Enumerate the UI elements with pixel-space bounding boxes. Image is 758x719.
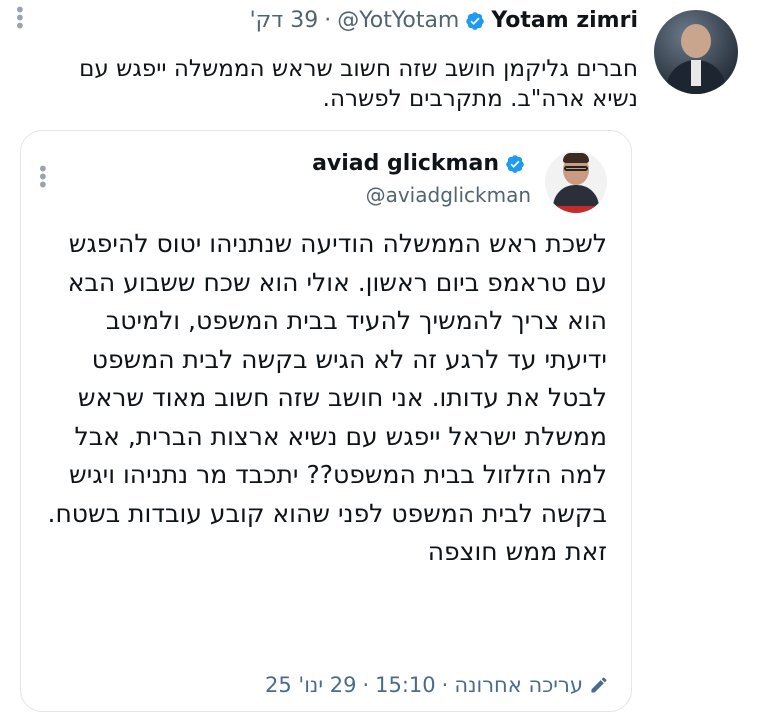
quoted-display-name[interactable]: aviad glickman	[312, 151, 499, 176]
verified-badge-icon	[506, 154, 524, 173]
quoted-avatar[interactable]	[545, 151, 607, 213]
separator-dot: ·	[441, 673, 449, 697]
separator-dot: ·	[324, 8, 332, 33]
quoted-name-row: aviad glickman	[312, 151, 531, 176]
tweet-text: חברים גליקמן חושב שזה חשוב שראש הממשלה י…	[79, 56, 638, 112]
timestamp[interactable]: 39 דק'	[250, 8, 319, 33]
edited-info[interactable]: עריכה אחרונה · 15:10 · 29 ינו' 25	[265, 673, 609, 697]
quoted-handle[interactable]: @aviadglickman	[366, 183, 531, 207]
more-options-icon[interactable]: • • •	[37, 159, 49, 195]
edited-time: 15:10	[375, 673, 436, 697]
tweet-header: Yotam zimri @YotYotam · 39 דק'	[250, 8, 638, 33]
verified-badge-icon	[466, 11, 485, 30]
pencil-icon	[591, 677, 607, 693]
avatar[interactable]	[654, 10, 738, 94]
handle[interactable]: @YotYotam	[337, 8, 459, 33]
quoted-tweet-card[interactable]: • • • aviad glickman @aviadglickman לשכת ר…	[20, 130, 632, 712]
display-name[interactable]: Yotam zimri	[491, 8, 638, 33]
quoted-tweet-text: לשכת ראש הממשלה הודיעה שנתניהו יטוס להיפ…	[47, 229, 608, 566]
edited-date: 29 ינו' 25	[265, 673, 357, 697]
edited-label: עריכה אחרונה	[454, 673, 583, 697]
separator-dot: ·	[362, 673, 370, 697]
more-options-icon[interactable]: • • •	[14, 0, 26, 36]
